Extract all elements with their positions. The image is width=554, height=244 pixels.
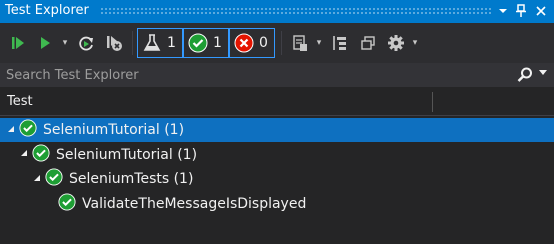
close-icon [536, 6, 546, 16]
column-header-test[interactable]: Test [7, 94, 33, 109]
filter-failed-count: 0 [259, 35, 268, 51]
settings-button[interactable] [386, 33, 406, 53]
pin-icon [516, 4, 526, 17]
window-title: Test Explorer [5, 3, 89, 18]
repeat-run-button[interactable] [76, 33, 96, 53]
filter-passed-count: 1 [213, 35, 222, 51]
close-button[interactable] [532, 2, 550, 20]
settings-dropdown-button[interactable]: ▾ [410, 33, 420, 53]
flask-icon [143, 34, 161, 51]
filter-total-button[interactable]: 1 [137, 28, 183, 58]
chevron-down-icon [499, 9, 507, 13]
collapse-all-icon [361, 36, 375, 50]
passed-icon [32, 143, 50, 166]
passed-icon [45, 168, 63, 190]
playlist-icon [293, 35, 307, 51]
filter-total-count: 1 [167, 35, 176, 51]
collapse-all-button[interactable] [358, 33, 378, 53]
tree-row-label: SeleniumTutorial (1) [56, 146, 198, 163]
playlist-button[interactable] [290, 33, 310, 53]
tree-row[interactable]: ValidateTheMessageIsDisplayed [0, 192, 554, 216]
expand-collapse-icon[interactable] [19, 149, 29, 160]
passed-icon [58, 192, 76, 215]
drag-grip[interactable] [100, 7, 492, 15]
column-divider[interactable] [432, 92, 433, 112]
repeat-run-icon [79, 36, 93, 51]
expand-collapse-icon[interactable] [32, 174, 42, 185]
run-button[interactable] [36, 33, 54, 53]
filter-passed-button[interactable]: 1 [183, 28, 229, 58]
search-icon [517, 67, 532, 82]
passed-icon [188, 33, 208, 53]
tree-row[interactable]: SeleniumTests (1) [0, 167, 554, 191]
tree-row[interactable]: SeleniumTutorial (1) [0, 143, 554, 167]
gear-icon [388, 35, 404, 51]
search-input[interactable] [0, 63, 505, 87]
search-button[interactable] [516, 66, 534, 88]
failed-icon [234, 33, 254, 53]
cancel-icon [107, 36, 122, 51]
toolbar-separator [132, 31, 133, 55]
toolbar-separator [281, 31, 282, 55]
group-by-button[interactable] [330, 33, 350, 53]
run-all-button[interactable] [9, 33, 27, 53]
passed-icon [19, 119, 37, 141]
search-options-button[interactable] [539, 69, 547, 79]
run-icon [41, 37, 50, 49]
chevron-down-icon [539, 70, 547, 75]
window-dropdown-button[interactable] [494, 2, 512, 20]
title-bar: Test Explorer [0, 0, 554, 23]
run-dropdown-button[interactable]: ▾ [60, 33, 70, 53]
tree-row-label: SeleniumTutorial (1) [43, 122, 185, 138]
search-bar [0, 63, 554, 87]
column-header: Test [0, 89, 554, 116]
tree-row-label: SeleniumTests (1) [69, 171, 194, 187]
pin-button[interactable] [512, 2, 530, 20]
expand-collapse-icon[interactable] [6, 125, 16, 136]
filter-failed-button[interactable]: 0 [229, 28, 275, 58]
cancel-button[interactable] [104, 33, 124, 53]
toolbar: ▾ 1 1 0 ▾ ▾ [0, 23, 554, 63]
run-all-icon [12, 37, 24, 49]
tree-row-label: ValidateTheMessageIsDisplayed [82, 195, 307, 212]
tree-row[interactable]: SeleniumTutorial (1) [0, 118, 554, 142]
playlist-dropdown-button[interactable]: ▾ [314, 33, 324, 53]
group-by-icon [333, 36, 346, 50]
